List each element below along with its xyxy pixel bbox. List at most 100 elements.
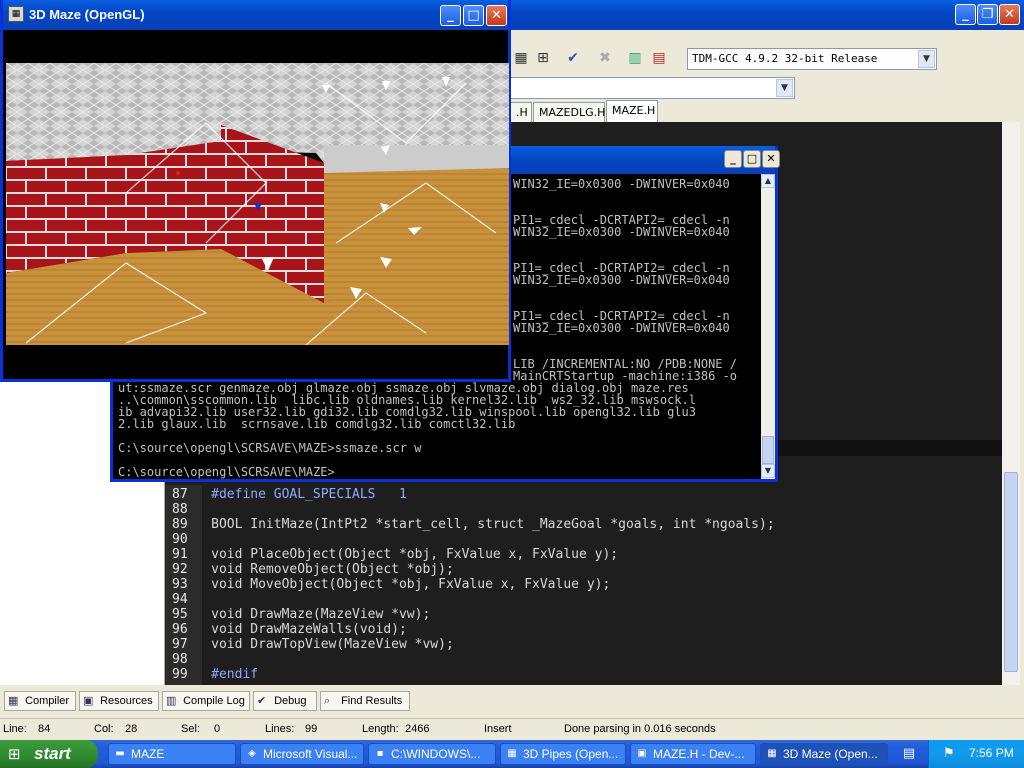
toolbar-profile-icon[interactable]: ▤ [648,47,670,69]
tab-maze-h[interactable]: MAZE.H [606,100,658,124]
ide-minimize-button[interactable]: _ [955,4,976,25]
maze-titlebar[interactable]: ▦ 3D Maze (OpenGL) _ □ ✕ [3,0,508,30]
chevron-down-icon[interactable]: ▼ [918,50,935,68]
line-number: 96 [172,622,188,637]
maze-goal-marker [176,171,180,175]
line-number: 93 [172,577,188,592]
code-text: void MoveObject(Object *obj, FxValue x, … [211,577,611,592]
tab-label: Find Results [341,695,403,707]
keyboard-icon[interactable]: ▤ [898,745,920,763]
console-maximize-button[interactable]: □ [743,150,761,168]
line-number: 91 [172,547,188,562]
scrollbar-thumb[interactable] [1004,472,1018,672]
tab-label: Compiler [25,695,70,707]
console-line: WIN32_IE=0x0300 -DWINVER=0x040 [513,177,730,191]
code-line: 98 [172,652,211,667]
maze-window-title: 3D Maze (OpenGL) [29,7,145,22]
maze-window[interactable]: ▦ 3D Maze (OpenGL) _ □ ✕ [0,0,511,382]
code-line: 89 BOOL InitMaze(IntPt2 *start_cell, str… [172,517,775,532]
console-minimize-button[interactable]: _ [724,150,742,168]
maze-maximize-button[interactable]: □ [463,5,484,26]
bottom-tabs: ▦ Compiler ▣ Resources ▥ Compile Log ✔ D… [0,689,1024,713]
clock[interactable]: 7:56 PM [969,746,1014,760]
task-dev-cpp[interactable]: ▣ MAZE.H - Dev-... [630,743,756,765]
line-number: 97 [172,637,188,652]
status-mode: Insert [484,723,512,735]
tab-compile-log[interactable]: ▥ Compile Log [162,691,250,711]
console-scrollbar[interactable]: ▲ ▼ [761,174,775,479]
windows-flag-icon: ⊞ [8,745,21,763]
task-command-prompt[interactable]: ▪ C:\WINDOWS\... [368,743,496,765]
network-icon[interactable]: ⚑ [943,745,961,763]
console-prompt: C:\source\opengl\SCRSAVE\MAZE> [118,465,335,479]
find-icon: ⌕ [324,694,331,707]
resources-icon: ▣ [83,694,94,707]
toolbar-check-icon[interactable]: ✔ [562,47,584,69]
tab-file-h[interactable]: .H [510,102,532,124]
editor-split-bar [765,440,1002,456]
task-label: 3D Pipes (Open... [523,747,619,761]
line-number: 92 [172,562,188,577]
console-close-button[interactable]: ✕ [762,150,780,168]
code-text: void PlaceObject(Object *obj, FxValue x,… [211,547,619,562]
toolbar-tiles-icon[interactable]: ⊞ [532,47,554,69]
scrollbar-thumb[interactable] [762,436,774,464]
status-length-value: 2466 [405,723,430,735]
code-text: BOOL InitMaze(IntPt2 *start_cell, struct… [211,517,775,532]
compiler-select[interactable]: TDM-GCC 4.9.2 32-bit Release ▼ [687,48,937,70]
status-col-label: Col: [94,723,114,735]
tab-find-results[interactable]: ⌕ Find Results [320,691,410,711]
tab-mazedlg-h[interactable]: MAZEDLG.H [533,102,605,124]
toolbar-cross-icon[interactable]: ✖ [594,47,616,69]
line-number: 87 [172,487,188,502]
compile-log-icon: ▥ [166,694,177,707]
status-line-value: 84 [38,723,51,735]
task-maze-folder[interactable]: ▬ MAZE [108,743,236,765]
maze-wall-left-mid [126,141,221,253]
secondary-select[interactable]: ▼ [510,77,795,99]
ide-close-button[interactable]: ✕ [999,4,1020,25]
maze-minimize-button[interactable]: _ [440,5,461,26]
maze-3d-scene[interactable] [6,63,509,345]
maze-app-icon: ▦ [767,748,777,759]
console-line: WIN32_IE=0x0300 -DWINVER=0x040 [513,273,730,287]
status-col-value: 28 [125,723,138,735]
start-button[interactable]: ⊞ start [0,740,98,768]
toolbar-grid-icon[interactable]: ▦ [510,47,532,69]
line-number: 94 [172,592,188,607]
chevron-down-icon[interactable]: ▼ [776,79,793,97]
console-line: C:\source\opengl\SCRSAVE\MAZE>ssmaze.scr… [118,441,422,455]
task-label: MAZE.H - Dev-... [653,747,745,761]
line-number: 88 [172,502,188,517]
code-line: 95 void DrawMaze(MazeView *vw); [172,607,430,622]
maze-close-button[interactable]: ✕ [486,5,507,26]
console-line: WIN32_IE=0x0300 -DWINVER=0x040 [513,321,730,335]
code-text: #endif [211,667,259,682]
code-line: 87 #define GOAL_SPECIALS 1 [172,487,407,502]
task-label: C:\WINDOWS\... [391,747,481,761]
editor-scrollbar[interactable] [1002,122,1020,685]
line-number: 95 [172,607,188,622]
taskbar: ⊞ start ▬ MAZE ◈ Microsoft Visual... ▪ C:\W… [0,740,1024,768]
ide-restore-button[interactable]: ❐ [977,4,998,25]
system-tray: ⚑ 7:56 PM [928,740,1024,768]
tab-compiler[interactable]: ▦ Compiler [4,691,76,711]
task-3d-maze[interactable]: ▦ 3D Maze (Open... [760,743,888,765]
toolbar-chart-icon[interactable]: ▥ [624,47,646,69]
code-line: 93 void MoveObject(Object *obj, FxValue … [172,577,610,592]
line-number: 98 [172,652,188,667]
code-line: 96 void DrawMazeWalls(void); [172,622,407,637]
scroll-up-icon[interactable]: ▲ [761,174,775,188]
tab-debug[interactable]: ✔ Debug [253,691,317,711]
code-line: 99 #endif [172,667,258,682]
maze-wall-left [6,155,126,273]
task-visual-studio[interactable]: ◈ Microsoft Visual... [240,743,364,765]
scroll-down-icon[interactable]: ▼ [761,464,775,478]
task-3d-pipes[interactable]: ▦ 3D Pipes (Open... [500,743,626,765]
tab-resources[interactable]: ▣ Resources [79,691,159,711]
console-icon: ▪ [376,748,384,759]
code-text: void DrawTopView(MazeView *vw); [211,637,454,652]
status-message: Done parsing in 0.016 seconds [564,723,716,735]
start-label: start [34,744,71,763]
compiler-icon: ▦ [8,694,19,707]
